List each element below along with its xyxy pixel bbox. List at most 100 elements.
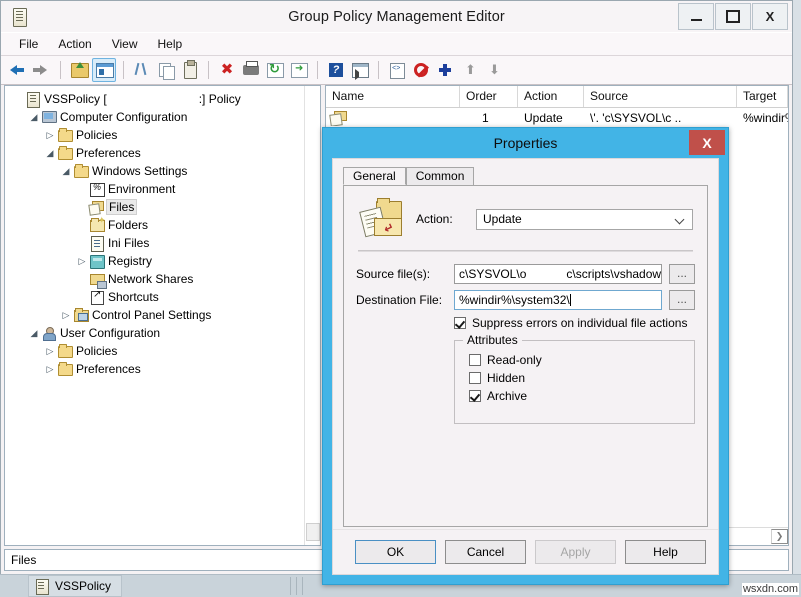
taskbar-item-label: VSSPolicy [55, 579, 111, 593]
forward-icon[interactable] [31, 59, 53, 81]
tab-common[interactable]: Common [406, 167, 475, 185]
expander-icon[interactable]: ◢ [27, 328, 41, 339]
column-header-action[interactable]: Action [518, 86, 584, 107]
tree-item-policies[interactable]: ▷Policies [5, 342, 320, 360]
destination-file-value: %windir%\system32\ [459, 293, 570, 307]
table-row[interactable]: 1 Update \'. 'c\SYSVOL\c .. %windir%\ [326, 108, 788, 128]
expander-icon[interactable]: ▷ [75, 256, 89, 267]
column-header-order[interactable]: Order [460, 86, 518, 107]
column-header-target[interactable]: Target [737, 86, 788, 107]
tree-item-preferences[interactable]: ◢Preferences [5, 144, 320, 162]
destination-file-input[interactable]: %windir%\system32\ [454, 290, 662, 310]
tree-vertical-scrollbar[interactable] [304, 86, 320, 545]
expander-icon[interactable]: ◢ [43, 148, 57, 159]
tree-item-files[interactable]: Files [5, 198, 320, 216]
scroll-right-arrow-icon[interactable]: ❯ [771, 529, 788, 544]
screen: Group Policy Management Editor X File Ac… [0, 0, 801, 597]
source-browse-button[interactable]: ... [669, 264, 695, 284]
hidden-checkbox[interactable] [469, 372, 481, 384]
show-hide-console-tree-icon[interactable] [349, 59, 371, 81]
tree-item-ini-files[interactable]: Ini Files [5, 234, 320, 252]
files-icon [89, 200, 105, 215]
menu-action[interactable]: Action [48, 35, 101, 53]
close-button[interactable]: X [752, 3, 788, 30]
tree-item-computer-configuration[interactable]: ◢Computer Configuration [5, 108, 320, 126]
file-update-icon: ↵ [360, 199, 406, 239]
folder-icon [73, 164, 89, 179]
tree-item-network-shares[interactable]: Network Shares [5, 270, 320, 288]
back-icon[interactable] [7, 59, 29, 81]
paste-icon[interactable] [179, 59, 201, 81]
tab-general[interactable]: General [343, 167, 406, 185]
attribute-archive-row[interactable]: Archive [469, 389, 684, 403]
up-one-level-icon[interactable] [68, 59, 90, 81]
row-action: Update [518, 111, 584, 125]
refresh-icon[interactable] [264, 59, 286, 81]
move-up-icon[interactable]: ⬆ [458, 59, 480, 81]
tree-item-user-configuration[interactable]: ◢ User Configuration [5, 324, 320, 342]
tree-item-registry[interactable]: ▷Registry [5, 252, 320, 270]
attribute-hidden-row[interactable]: Hidden [469, 371, 684, 385]
expander-icon[interactable]: ◢ [27, 112, 41, 123]
taskbar-item-vsspolicy[interactable]: VSSPolicy [28, 575, 122, 597]
menu-help[interactable]: Help [148, 35, 193, 53]
show-properties-icon[interactable] [92, 58, 116, 82]
new-item-icon[interactable] [386, 59, 408, 81]
archive-checkbox[interactable] [469, 390, 481, 402]
watermark: wsxdn.com [742, 583, 799, 595]
cut-icon[interactable] [131, 59, 153, 81]
expander-icon[interactable]: ▷ [59, 310, 73, 321]
export-list-icon[interactable] [288, 59, 310, 81]
cancel-button[interactable]: Cancel [445, 540, 526, 564]
suppress-errors-row[interactable]: Suppress errors on individual file actio… [454, 316, 695, 330]
tab-panel-general: ↵ Action: Update Source file(s): c\SYSVO… [343, 185, 708, 527]
expander-icon[interactable]: ▷ [43, 130, 57, 141]
console-tree: VSSPolicy [:] Policy◢Computer Configurat… [5, 86, 320, 378]
action-select[interactable]: Update [476, 209, 693, 230]
menu-file[interactable]: File [9, 35, 48, 53]
menu-view[interactable]: View [102, 35, 148, 53]
tree-item-policies[interactable]: ▷Policies [5, 126, 320, 144]
read-only-label: Read-only [487, 353, 542, 367]
disable-icon[interactable] [410, 59, 432, 81]
expander-icon[interactable]: ◢ [59, 166, 73, 177]
add-icon[interactable] [434, 59, 456, 81]
tree-scroll-thumb[interactable] [306, 523, 320, 541]
tree-item-folders[interactable]: Folders [5, 216, 320, 234]
read-only-checkbox[interactable] [469, 354, 481, 366]
taskbar-dividers [290, 577, 303, 595]
tree-item-vsspolicy[interactable]: VSSPolicy [:] Policy [5, 90, 320, 108]
dialog-title: Properties [494, 135, 558, 151]
console-tree-pane[interactable]: VSSPolicy [:] Policy◢Computer Configurat… [4, 85, 321, 546]
tree-item-label: Network Shares [108, 272, 193, 286]
attributes-group-title: Attributes [463, 333, 522, 347]
row-order: 1 [460, 111, 518, 125]
attribute-read-only-row[interactable]: Read-only [469, 353, 684, 367]
help-button[interactable]: Help [625, 540, 706, 564]
maximize-button[interactable] [715, 3, 751, 30]
archive-label: Archive [487, 389, 527, 403]
move-down-icon[interactable]: ⬇ [482, 59, 504, 81]
tree-item-control-panel-settings[interactable]: ▷Control Panel Settings [5, 306, 320, 324]
minimize-button[interactable] [678, 3, 714, 30]
tree-item-environment[interactable]: Environment [5, 180, 320, 198]
expander-icon[interactable]: ▷ [43, 346, 57, 357]
control-panel-icon [73, 308, 89, 323]
tree-item-windows-settings[interactable]: ◢Windows Settings [5, 162, 320, 180]
source-file-input[interactable]: c\SYSVOL\oc\scripts\vshadow.exe [454, 264, 662, 284]
destination-browse-button[interactable]: ... [669, 290, 695, 310]
dialog-close-button[interactable]: X [689, 130, 725, 155]
ok-button[interactable]: OK [355, 540, 436, 564]
print-icon[interactable] [240, 59, 262, 81]
tree-item-shortcuts[interactable]: Shortcuts [5, 288, 320, 306]
column-header-source[interactable]: Source [584, 86, 737, 107]
column-header-name[interactable]: Name [326, 86, 460, 107]
suppress-errors-checkbox[interactable] [454, 317, 466, 329]
tree-item-preferences[interactable]: ▷Preferences [5, 360, 320, 378]
tree-item-label: User Configuration [60, 326, 160, 340]
copy-icon[interactable] [155, 59, 177, 81]
folder-icon [57, 344, 73, 359]
delete-icon[interactable]: ✖ [216, 59, 238, 81]
expander-icon[interactable]: ▷ [43, 364, 57, 375]
help-icon[interactable]: ? [325, 59, 347, 81]
